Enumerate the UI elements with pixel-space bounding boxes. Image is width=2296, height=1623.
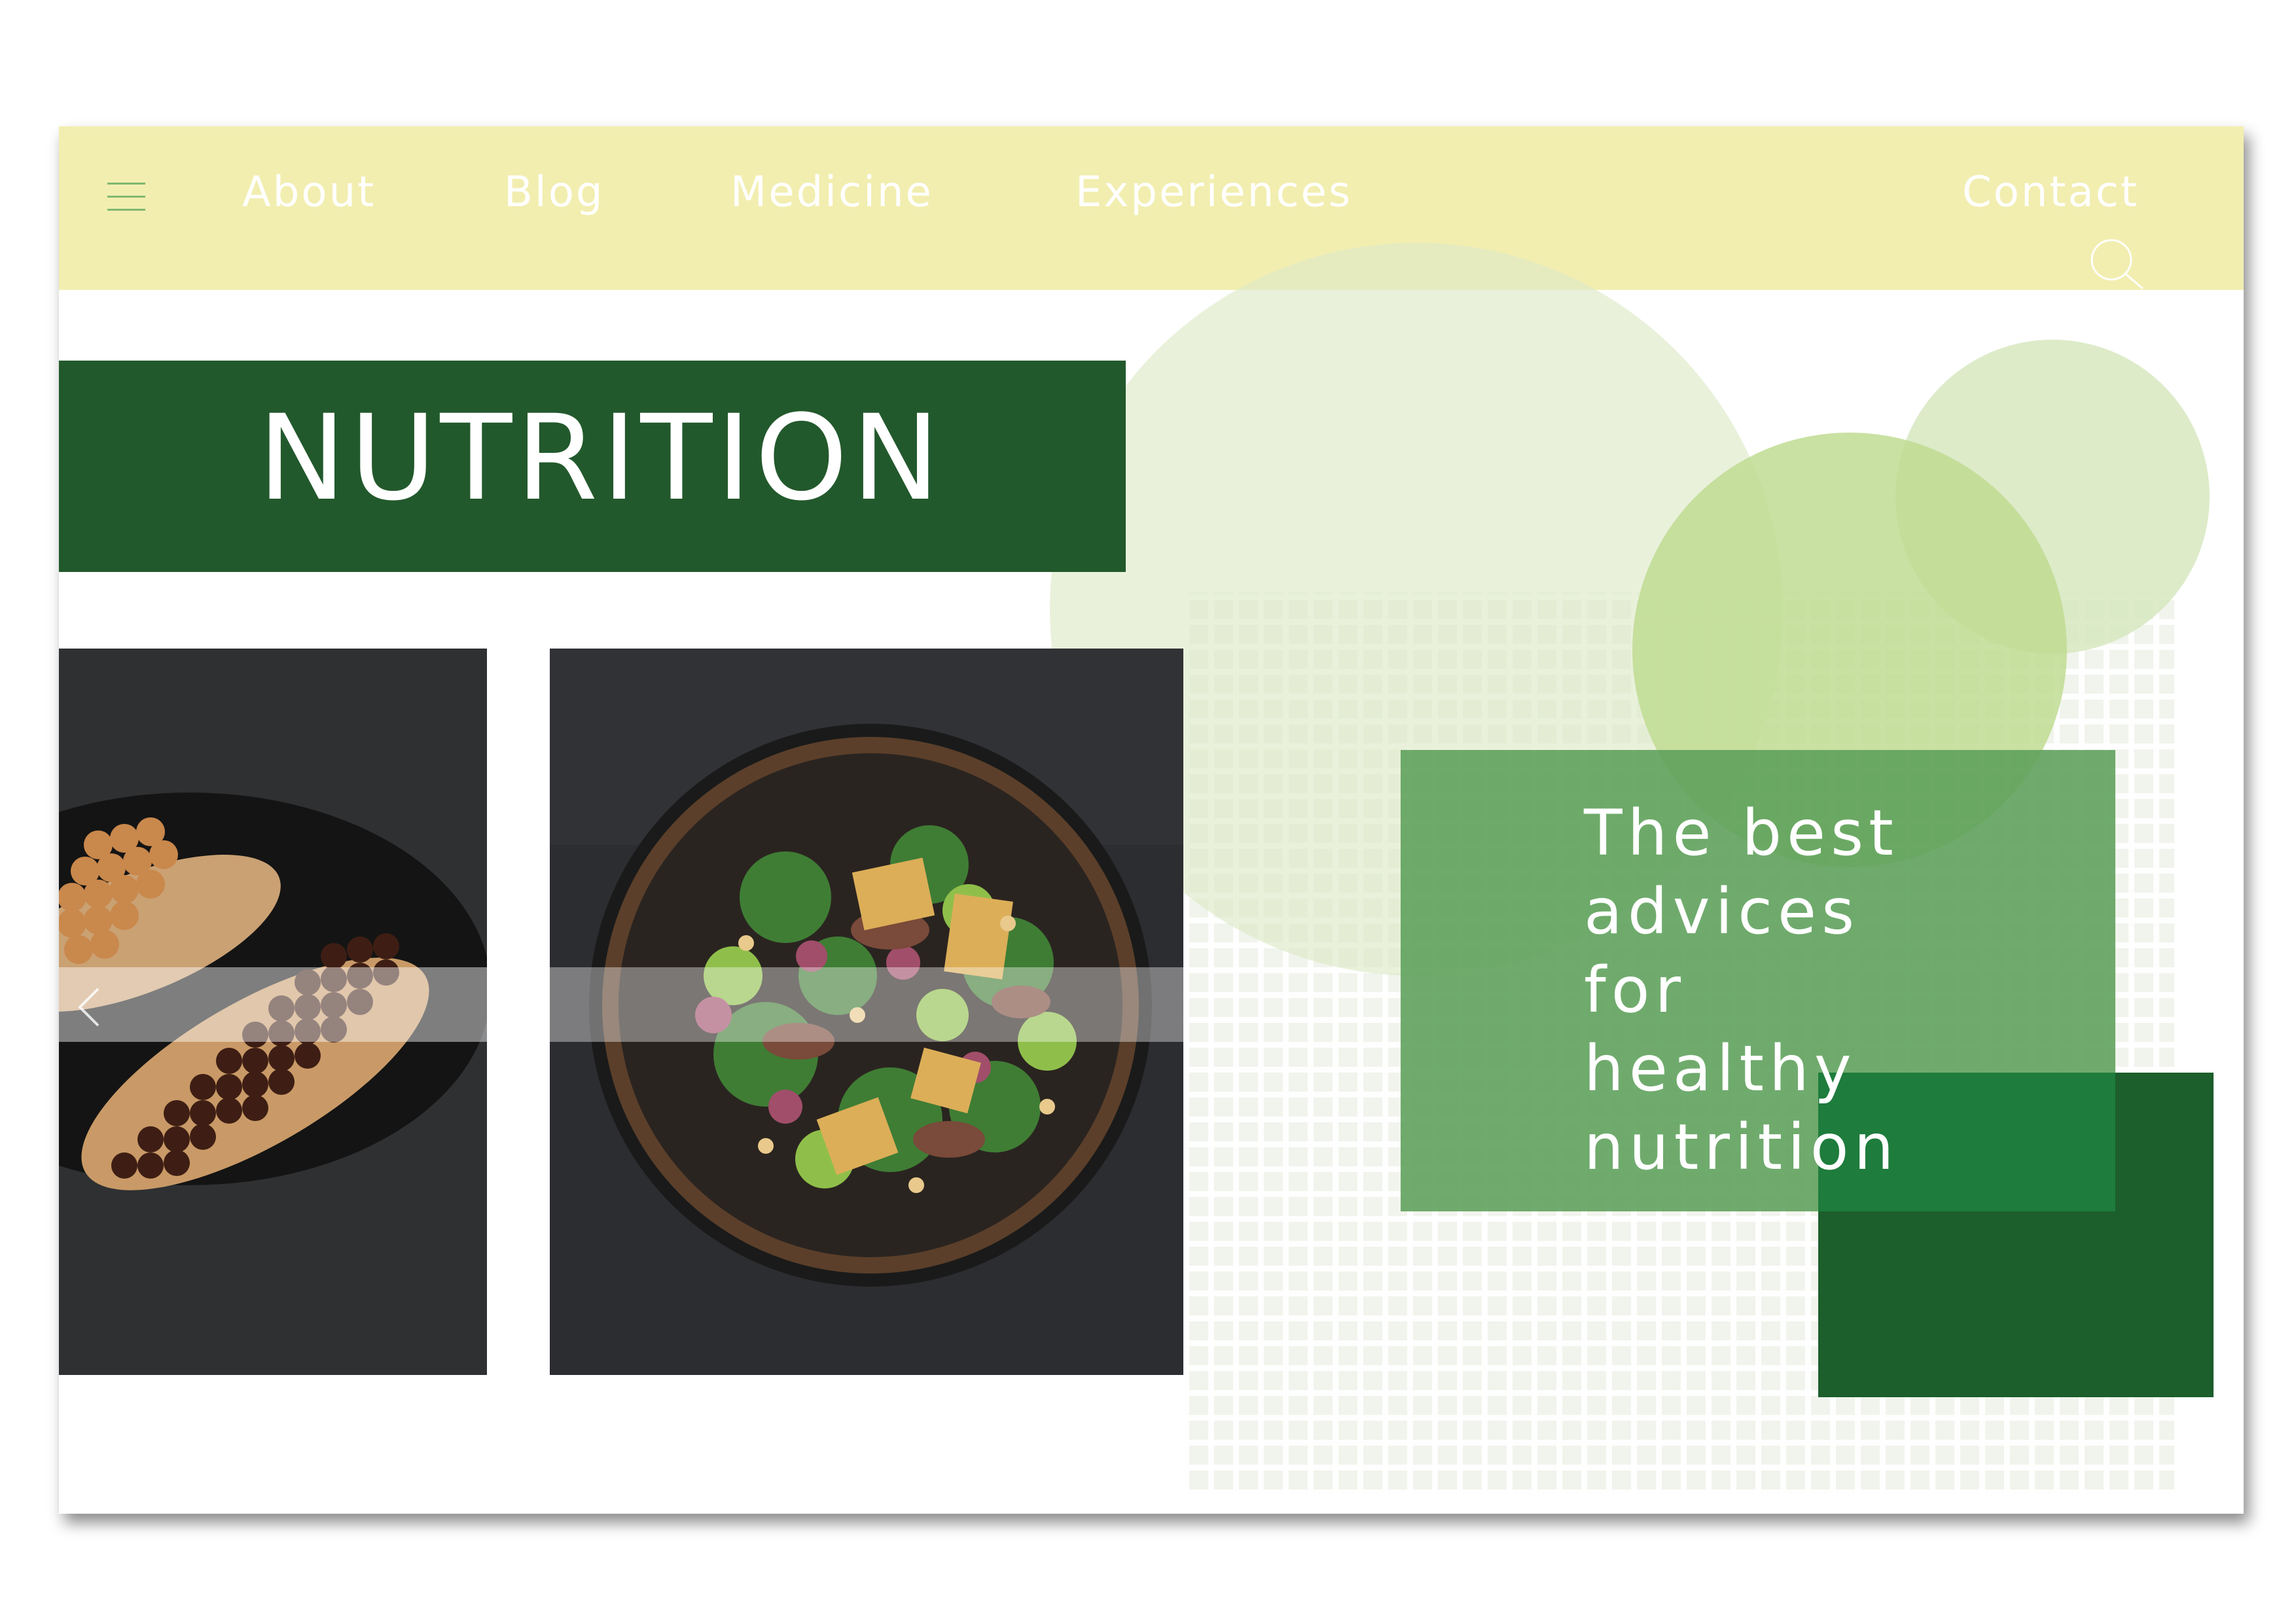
tagline-line-1: The best [1584, 796, 1899, 870]
nav-link-experiences[interactable]: Experiences [1075, 168, 1352, 217]
tagline-line-4: healthy [1584, 1032, 1857, 1105]
nav-link-blog[interactable]: Blog [504, 168, 604, 217]
page-title: NUTRITION [258, 390, 944, 527]
title-banner: NUTRITION [59, 361, 1126, 572]
search-icon[interactable] [2088, 238, 2147, 290]
salad-bowl-photo [550, 649, 1183, 1375]
nav-link-medicine[interactable]: Medicine [730, 168, 933, 217]
navigation-bar: About Blog Medicine Experiences Contact [59, 126, 2244, 290]
tagline-line-3: for [1584, 954, 1686, 1027]
tagline-line-2: advices [1584, 875, 1860, 948]
tagline: The best advices for healthy nutrition [1584, 794, 2042, 1186]
landing-page: About Blog Medicine Experiences Contact … [59, 126, 2244, 1514]
hamburger-icon[interactable] [107, 183, 147, 211]
nav-link-about[interactable]: About [242, 168, 376, 217]
tagline-line-5: nutrition [1584, 1111, 1899, 1184]
nav-link-contact[interactable]: Contact [1962, 168, 2139, 217]
eclair-photo [59, 649, 487, 1375]
